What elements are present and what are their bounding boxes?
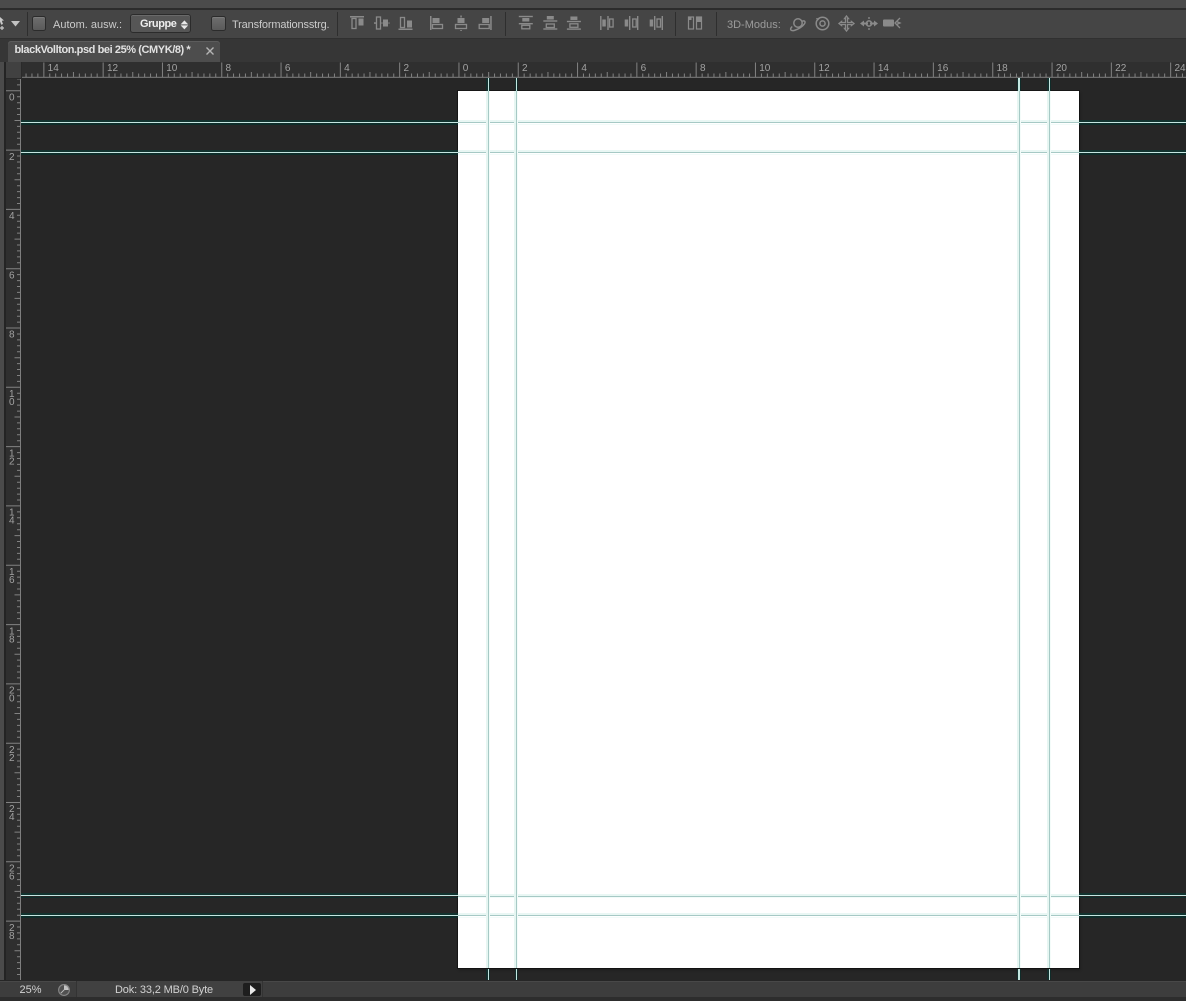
svg-text:0: 0 [9, 93, 15, 104]
svg-text:0: 0 [9, 694, 15, 705]
svg-text:22: 22 [1115, 63, 1127, 74]
svg-text:2: 2 [9, 753, 15, 764]
svg-text:4: 4 [9, 211, 15, 222]
svg-text:6: 6 [284, 63, 290, 74]
svg-text:10: 10 [166, 63, 178, 74]
svg-text:2: 2 [522, 63, 528, 74]
svg-text:24: 24 [1174, 63, 1186, 74]
svg-text:16: 16 [937, 63, 949, 74]
svg-text:20: 20 [1055, 63, 1067, 74]
svg-text:2: 2 [9, 456, 15, 467]
svg-text:12: 12 [818, 63, 830, 74]
svg-text:14: 14 [47, 63, 59, 74]
svg-text:0: 0 [462, 63, 468, 74]
svg-text:8: 8 [9, 330, 15, 341]
svg-text:4: 4 [9, 812, 15, 823]
svg-text:4: 4 [581, 63, 587, 74]
svg-text:2: 2 [9, 152, 15, 163]
svg-text:4: 4 [9, 516, 15, 527]
svg-text:6: 6 [9, 575, 15, 586]
svg-text:6: 6 [9, 872, 15, 883]
svg-text:2: 2 [403, 63, 409, 74]
svg-text:18: 18 [996, 63, 1008, 74]
svg-text:0: 0 [9, 397, 15, 408]
svg-text:14: 14 [877, 63, 889, 74]
svg-text:6: 6 [9, 270, 15, 281]
svg-text:12: 12 [106, 63, 118, 74]
svg-text:8: 8 [225, 63, 231, 74]
svg-text:8: 8 [9, 931, 15, 942]
svg-text:8: 8 [699, 63, 705, 74]
svg-text:4: 4 [344, 63, 350, 74]
svg-text:6: 6 [640, 63, 646, 74]
svg-text:8: 8 [9, 634, 15, 645]
svg-text:10: 10 [759, 63, 771, 74]
